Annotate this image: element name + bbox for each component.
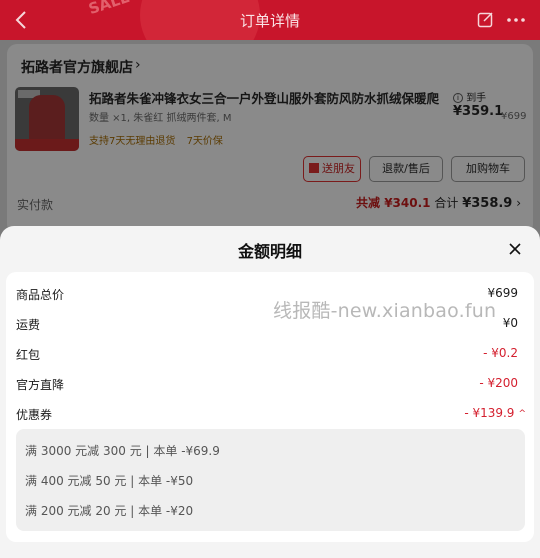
product-tags: 支持7天无理由退货 7天价保 <box>89 132 231 147</box>
paid-summary[interactable]: 共减 ¥340.1 合计 ¥358.9 › <box>356 194 521 211</box>
row-coupon[interactable]: 优惠券 - ¥139.9 ^ <box>6 404 534 424</box>
coupon-line: 满 200 元减 20 元 | 本单 -¥20 <box>25 504 194 518</box>
more-icon[interactable] <box>506 11 526 28</box>
share-icon[interactable] <box>477 11 494 28</box>
paid-label: 实付款 <box>17 198 54 212</box>
chevron-up-icon[interactable]: ^ <box>518 409 526 419</box>
amount-detail-sheet: 金额明细 商品总价 ¥699 运费 ¥0 红包 - ¥0.2 官方直降 - ¥2… <box>0 226 540 558</box>
row-label: 优惠券 <box>16 408 53 422</box>
product-price: ¥359.1 <box>453 104 504 119</box>
total-discount: 共减 ¥340.1 <box>356 196 431 210</box>
add-to-cart-button[interactable]: 加购物车 <box>451 156 525 182</box>
row-label: 官方直降 <box>16 378 65 392</box>
gift-friend-button[interactable]: 送朋友 <box>303 156 361 182</box>
coupon-line: 满 400 元减 50 元 | 本单 -¥50 <box>25 474 194 488</box>
row-value: ¥0 <box>502 316 518 330</box>
thumbnail-figure <box>29 95 65 141</box>
original-price: ¥699 <box>501 111 527 122</box>
row-value-wrap: - ¥139.9 ^ <box>464 406 526 420</box>
total-amount: ¥358.9 <box>462 196 513 211</box>
row-value: - ¥200 <box>479 376 518 390</box>
product-spec: 数量 ×1, 朱雀红 抓绒两件套, M <box>89 113 232 124</box>
tag-price-protect: 7天价保 <box>186 136 223 147</box>
sheet-title: 金额明细 <box>237 242 302 261</box>
header-bar: SALE 订单详情 <box>0 0 540 40</box>
store-order-card: 拓路者官方旗舰店 › 拓路者朱雀冲锋衣女三合一户外登山服外套防风防水抓绒保暖爬.… <box>7 44 533 234</box>
store-chevron-icon[interactable]: › <box>135 57 141 73</box>
close-icon[interactable] <box>507 241 523 257</box>
refund-button[interactable]: 退款/售后 <box>369 156 443 182</box>
info-icon[interactable]: i <box>453 93 463 103</box>
row-label: 运费 <box>16 318 41 332</box>
row-label: 红包 <box>16 348 41 362</box>
store-name[interactable]: 拓路者官方旗舰店 <box>21 57 133 77</box>
coupon-detail-box: 满 3000 元减 300 元 | 本单 -¥69.9 满 400 元减 50 … <box>16 429 525 531</box>
price-prefix: 到手 <box>466 93 487 104</box>
tag-return-policy: 支持7天无理由退货 <box>89 136 176 147</box>
row-official-discount: 官方直降 - ¥200 <box>6 374 534 394</box>
row-red-packet: 红包 - ¥0.2 <box>6 344 534 364</box>
row-value: - ¥0.2 <box>483 346 518 360</box>
watermark: 线报酷-new.xianbao.fun <box>273 300 497 322</box>
row-value: - ¥139.9 <box>464 406 515 420</box>
thumbnail-band <box>15 139 79 151</box>
total-chevron-icon: › <box>516 196 521 210</box>
product-title[interactable]: 拓路者朱雀冲锋衣女三合一户外登山服外套防风防水抓绒保暖爬... <box>89 88 439 107</box>
total-prefix: 合计 <box>434 196 463 210</box>
row-label: 商品总价 <box>16 288 65 302</box>
coupon-line: 满 3000 元减 300 元 | 本单 -¥69.9 <box>25 444 220 458</box>
gift-label: 送朋友 <box>322 162 355 175</box>
product-thumbnail[interactable] <box>15 87 79 151</box>
page-title: 订单详情 <box>239 12 300 30</box>
gift-icon <box>309 163 319 173</box>
